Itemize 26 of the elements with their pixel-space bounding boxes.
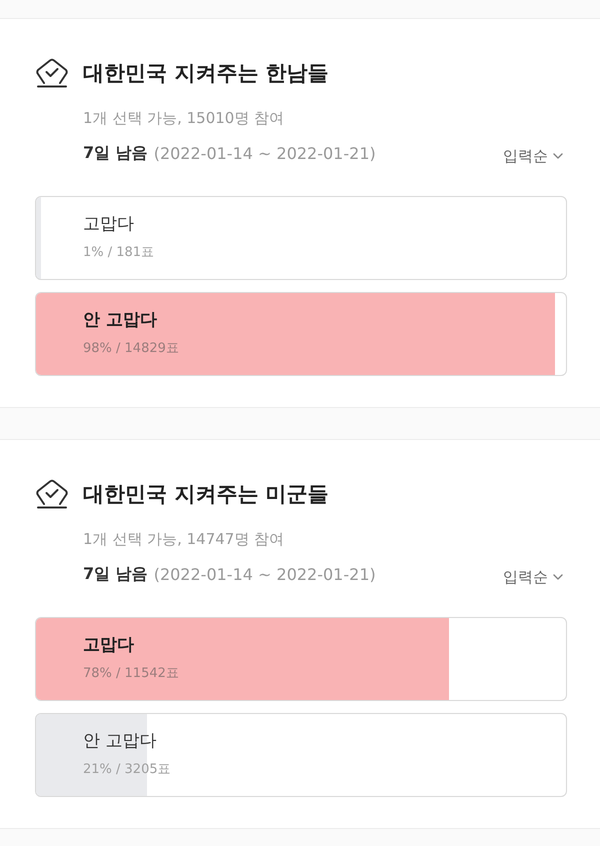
ballot-check-icon — [35, 58, 69, 88]
option-label: 안 고맙다 — [83, 309, 158, 332]
poll-summary: 1개 선택 가능, 15010명 참여 — [83, 108, 286, 129]
poll-option[interactable]: 안 고맙다 21% / 3205표 — [35, 713, 567, 797]
poll-option[interactable]: 고맙다 1% / 181표 — [35, 196, 567, 280]
vote-result: 21% / 3205표 — [83, 761, 172, 779]
option-label: 고맙다 — [83, 213, 135, 236]
time-remaining: 7일 남음 — [83, 142, 148, 164]
poll-option[interactable]: 안 고맙다 98% / 14829표 — [35, 292, 567, 376]
chevron-down-icon — [553, 574, 563, 580]
option-label: 안 고맙다 — [83, 730, 158, 753]
vote-result: 1% / 181표 — [83, 244, 156, 262]
option-label: 고맙다 — [83, 634, 135, 657]
vote-result: 98% / 14829표 — [83, 340, 180, 358]
poll-title: 대한민국 지켜주는 미군들 — [83, 481, 329, 508]
sort-dropdown[interactable]: 입력순 — [503, 568, 563, 586]
poll-title: 대한민국 지켜주는 한남들 — [83, 60, 329, 87]
vote-result: 78% / 11542표 — [83, 665, 180, 683]
ballot-check-icon — [35, 479, 69, 509]
sort-dropdown[interactable]: 입력순 — [503, 146, 563, 166]
time-remaining: 7일 남음 — [83, 564, 148, 584]
poll-option[interactable]: 고맙다 78% / 11542표 — [35, 617, 567, 701]
poll-summary: 1개 선택 가능, 14747명 참여 — [83, 529, 286, 550]
poll-period: (2022-01-14 ~ 2022-01-21) — [154, 144, 376, 162]
chevron-down-icon — [553, 153, 563, 159]
poll-period: (2022-01-14 ~ 2022-01-21) — [154, 564, 376, 584]
